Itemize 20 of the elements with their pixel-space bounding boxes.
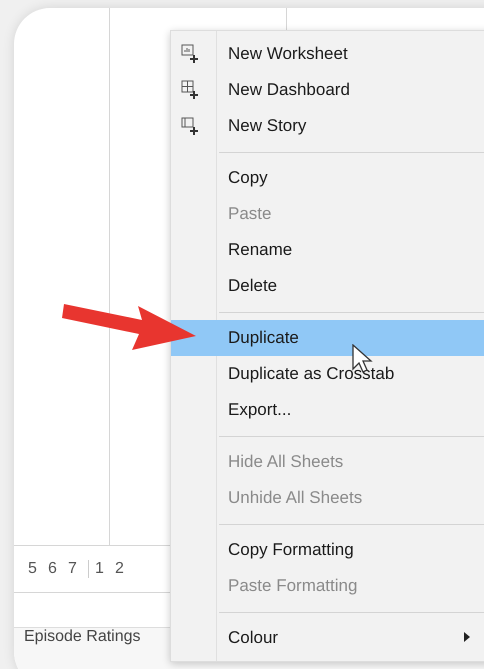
menu-item[interactable]: New Dashboard	[171, 72, 484, 108]
menu-item[interactable]: Export...	[171, 392, 484, 428]
story-add-icon	[181, 116, 201, 136]
sheet-tab[interactable]: Episode Ratings	[14, 626, 151, 648]
menu-item[interactable]: Rename	[171, 232, 484, 268]
axis-label: 2	[115, 560, 125, 578]
axis-label: 6	[48, 560, 58, 578]
worksheet-add-icon	[181, 44, 201, 64]
menu-item[interactable]: Copy	[171, 160, 484, 196]
menu-item[interactable]: Delete	[171, 268, 484, 304]
dashboard-add-icon	[181, 80, 201, 100]
menu-item[interactable]: New Story	[171, 108, 484, 144]
axis-label: 1	[88, 560, 115, 578]
menu-item[interactable]: Copy Formatting	[171, 532, 484, 568]
menu-item[interactable]: Duplicate	[171, 320, 484, 356]
axis-label: 7	[68, 560, 78, 578]
axis-label: 5	[28, 560, 38, 578]
menu-item[interactable]: New Worksheet	[171, 36, 484, 72]
menu-item[interactable]: Colour	[171, 620, 484, 656]
menu-item[interactable]: Duplicate as Crosstab	[171, 356, 484, 392]
